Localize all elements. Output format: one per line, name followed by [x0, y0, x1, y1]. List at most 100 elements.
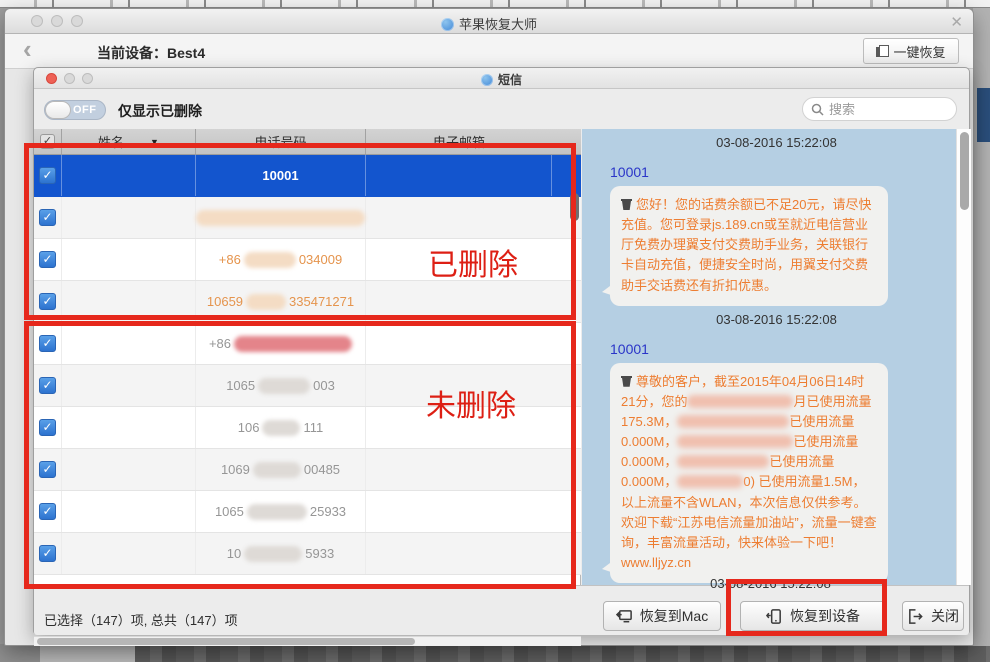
name-cell — [62, 491, 196, 532]
message-sender: 10001 — [610, 341, 971, 357]
deleted-only-toggle[interactable]: OFF — [44, 100, 106, 120]
table-row[interactable]: ✓ 1065003 — [34, 365, 581, 407]
window-titlebar[interactable]: 苹果恢复大师 ✕ — [5, 9, 973, 34]
row-checkbox[interactable]: ✓ — [39, 461, 56, 478]
close-dialog-button[interactable]: 关闭 — [902, 601, 964, 631]
phone-text: 5933 — [305, 546, 334, 561]
row-checkbox[interactable]: ✓ — [39, 335, 56, 352]
name-cell — [62, 323, 196, 364]
message-bubble: 尊敬的客户，截至2015年04月06日14时21分，您的月已使用流量175.3M… — [610, 363, 888, 583]
row-checkbox-cell[interactable]: ✓ — [34, 365, 62, 406]
vertical-scrollbar-thumb[interactable] — [570, 193, 579, 221]
row-checkbox-cell[interactable]: ✓ — [34, 239, 62, 280]
toggle-state-label: OFF — [73, 104, 97, 116]
table-row[interactable]: ✓ 106525933 — [34, 491, 581, 533]
status-bar: 已选择（147）项, 总共（147）项 恢复到Mac 恢复到设备 关闭 — [34, 585, 969, 635]
sort-arrow-icon[interactable]: ▼ — [150, 137, 159, 147]
phone-text: 335471271 — [289, 294, 354, 309]
desktop-bottom-strip — [0, 646, 990, 662]
device-bar: ‹ 当前设备：Best4 一键恢复 — [5, 34, 973, 69]
horizontal-scrollbar[interactable] — [34, 636, 581, 646]
phone-text: 034009 — [299, 252, 342, 267]
redaction-blur — [247, 504, 307, 520]
redaction-blur — [244, 252, 296, 268]
name-cell — [62, 155, 196, 196]
table-row[interactable]: ✓ 10001 — [34, 155, 581, 197]
phone-cell: 1065003 — [196, 365, 366, 406]
select-all-checkbox[interactable]: ✓ — [40, 134, 55, 149]
onekey-recover-button[interactable]: 一键恢复 — [863, 38, 959, 64]
close-icon[interactable]: ✕ — [950, 13, 963, 31]
current-device-label: 当前设备：Best4 — [97, 43, 205, 63]
phone-text: 10001 — [262, 168, 298, 183]
search-field[interactable] — [802, 97, 957, 121]
phone-cell: 106900485 — [196, 449, 366, 490]
redaction-blur — [677, 475, 743, 488]
background-window-fragment — [977, 88, 990, 142]
mac-recover-icon — [616, 608, 633, 625]
window-title: 苹果恢复大师 — [5, 14, 973, 33]
row-checkbox-cell[interactable]: ✓ — [34, 197, 62, 238]
header-phone[interactable]: 电话号码 — [196, 129, 366, 154]
row-checkbox[interactable]: ✓ — [39, 377, 56, 394]
row-checkbox-cell[interactable]: ✓ — [34, 155, 62, 196]
message-timestamp: 03-08-2016 15:22:08 — [582, 312, 971, 327]
message-bubble: 您好！您的话费余额已不足20元，请尽快充值。您可登录js.189.cn或至就近电… — [610, 186, 888, 306]
name-cell — [62, 239, 196, 280]
phone-text: +86 — [209, 336, 231, 351]
table-row[interactable]: ✓ — [34, 197, 581, 239]
row-checkbox-cell[interactable]: ✓ — [34, 407, 62, 448]
search-input[interactable] — [829, 102, 939, 117]
message-scrollbar[interactable] — [956, 129, 971, 585]
horizontal-scrollbar-thumb[interactable] — [37, 638, 415, 645]
table-row[interactable]: ✓ 10659335471271 — [34, 281, 581, 323]
header-email[interactable]: 电子邮箱 — [366, 129, 552, 154]
table-row[interactable]: ✓ 106 111 — [34, 407, 581, 449]
name-cell — [62, 365, 196, 406]
redaction-blur — [687, 395, 793, 408]
name-cell — [62, 281, 196, 322]
phone-text: 111 — [303, 420, 323, 435]
email-cell — [366, 239, 552, 280]
phone-text: 106 — [238, 420, 260, 435]
phone-text: 10 — [227, 546, 241, 561]
header-name[interactable]: 姓名▼ — [62, 129, 196, 154]
phone-cell: 10 5933 — [196, 533, 366, 574]
row-checkbox-cell[interactable]: ✓ — [34, 449, 62, 490]
phone-text: 1065 — [226, 378, 255, 393]
toggle-knob[interactable] — [45, 101, 71, 119]
row-checkbox-cell[interactable]: ✓ — [34, 281, 62, 322]
row-checkbox-cell[interactable]: ✓ — [34, 533, 62, 574]
phone-cell: 10659335471271 — [196, 281, 366, 322]
back-chevron-icon[interactable]: ‹ — [23, 34, 32, 65]
redaction-blur — [196, 210, 365, 226]
table-row[interactable]: ✓ 106900485 — [34, 449, 581, 491]
table-row[interactable]: ✓ 10 5933 — [34, 533, 581, 575]
row-checkbox[interactable]: ✓ — [39, 167, 56, 184]
recover-to-device-button[interactable]: 恢复到设备 — [740, 601, 886, 631]
dialog-titlebar[interactable]: 短信 — [34, 68, 969, 89]
row-checkbox[interactable]: ✓ — [39, 419, 56, 436]
row-checkbox-cell[interactable]: ✓ — [34, 491, 62, 532]
row-checkbox[interactable]: ✓ — [39, 545, 56, 562]
trash-icon — [621, 374, 632, 387]
recover-to-mac-button[interactable]: 恢复到Mac — [603, 601, 721, 631]
contacts-table: ✓ 姓名▼ 电话号码 电子邮箱 ✓10001✓✓+86034009✓106593… — [34, 129, 581, 585]
select-all-cell[interactable]: ✓ — [34, 129, 62, 154]
row-checkbox[interactable]: ✓ — [39, 293, 56, 310]
exit-icon — [907, 608, 924, 625]
row-checkbox[interactable]: ✓ — [39, 503, 56, 520]
row-checkbox[interactable]: ✓ — [39, 209, 56, 226]
selection-count-label: 已选择（147）项, 总共（147）项 — [44, 610, 238, 629]
phone-cell: 106525933 — [196, 491, 366, 532]
redaction-blur — [246, 294, 286, 310]
message-scrollbar-thumb[interactable] — [960, 132, 969, 210]
row-checkbox[interactable]: ✓ — [39, 251, 56, 268]
table-row[interactable]: ✓+86034009 — [34, 239, 581, 281]
name-cell — [62, 197, 196, 238]
row-checkbox-cell[interactable]: ✓ — [34, 323, 62, 364]
table-row[interactable]: ✓ +86 — [34, 323, 581, 365]
email-cell — [366, 365, 552, 406]
redaction-blur — [677, 455, 769, 468]
email-cell — [366, 155, 552, 196]
